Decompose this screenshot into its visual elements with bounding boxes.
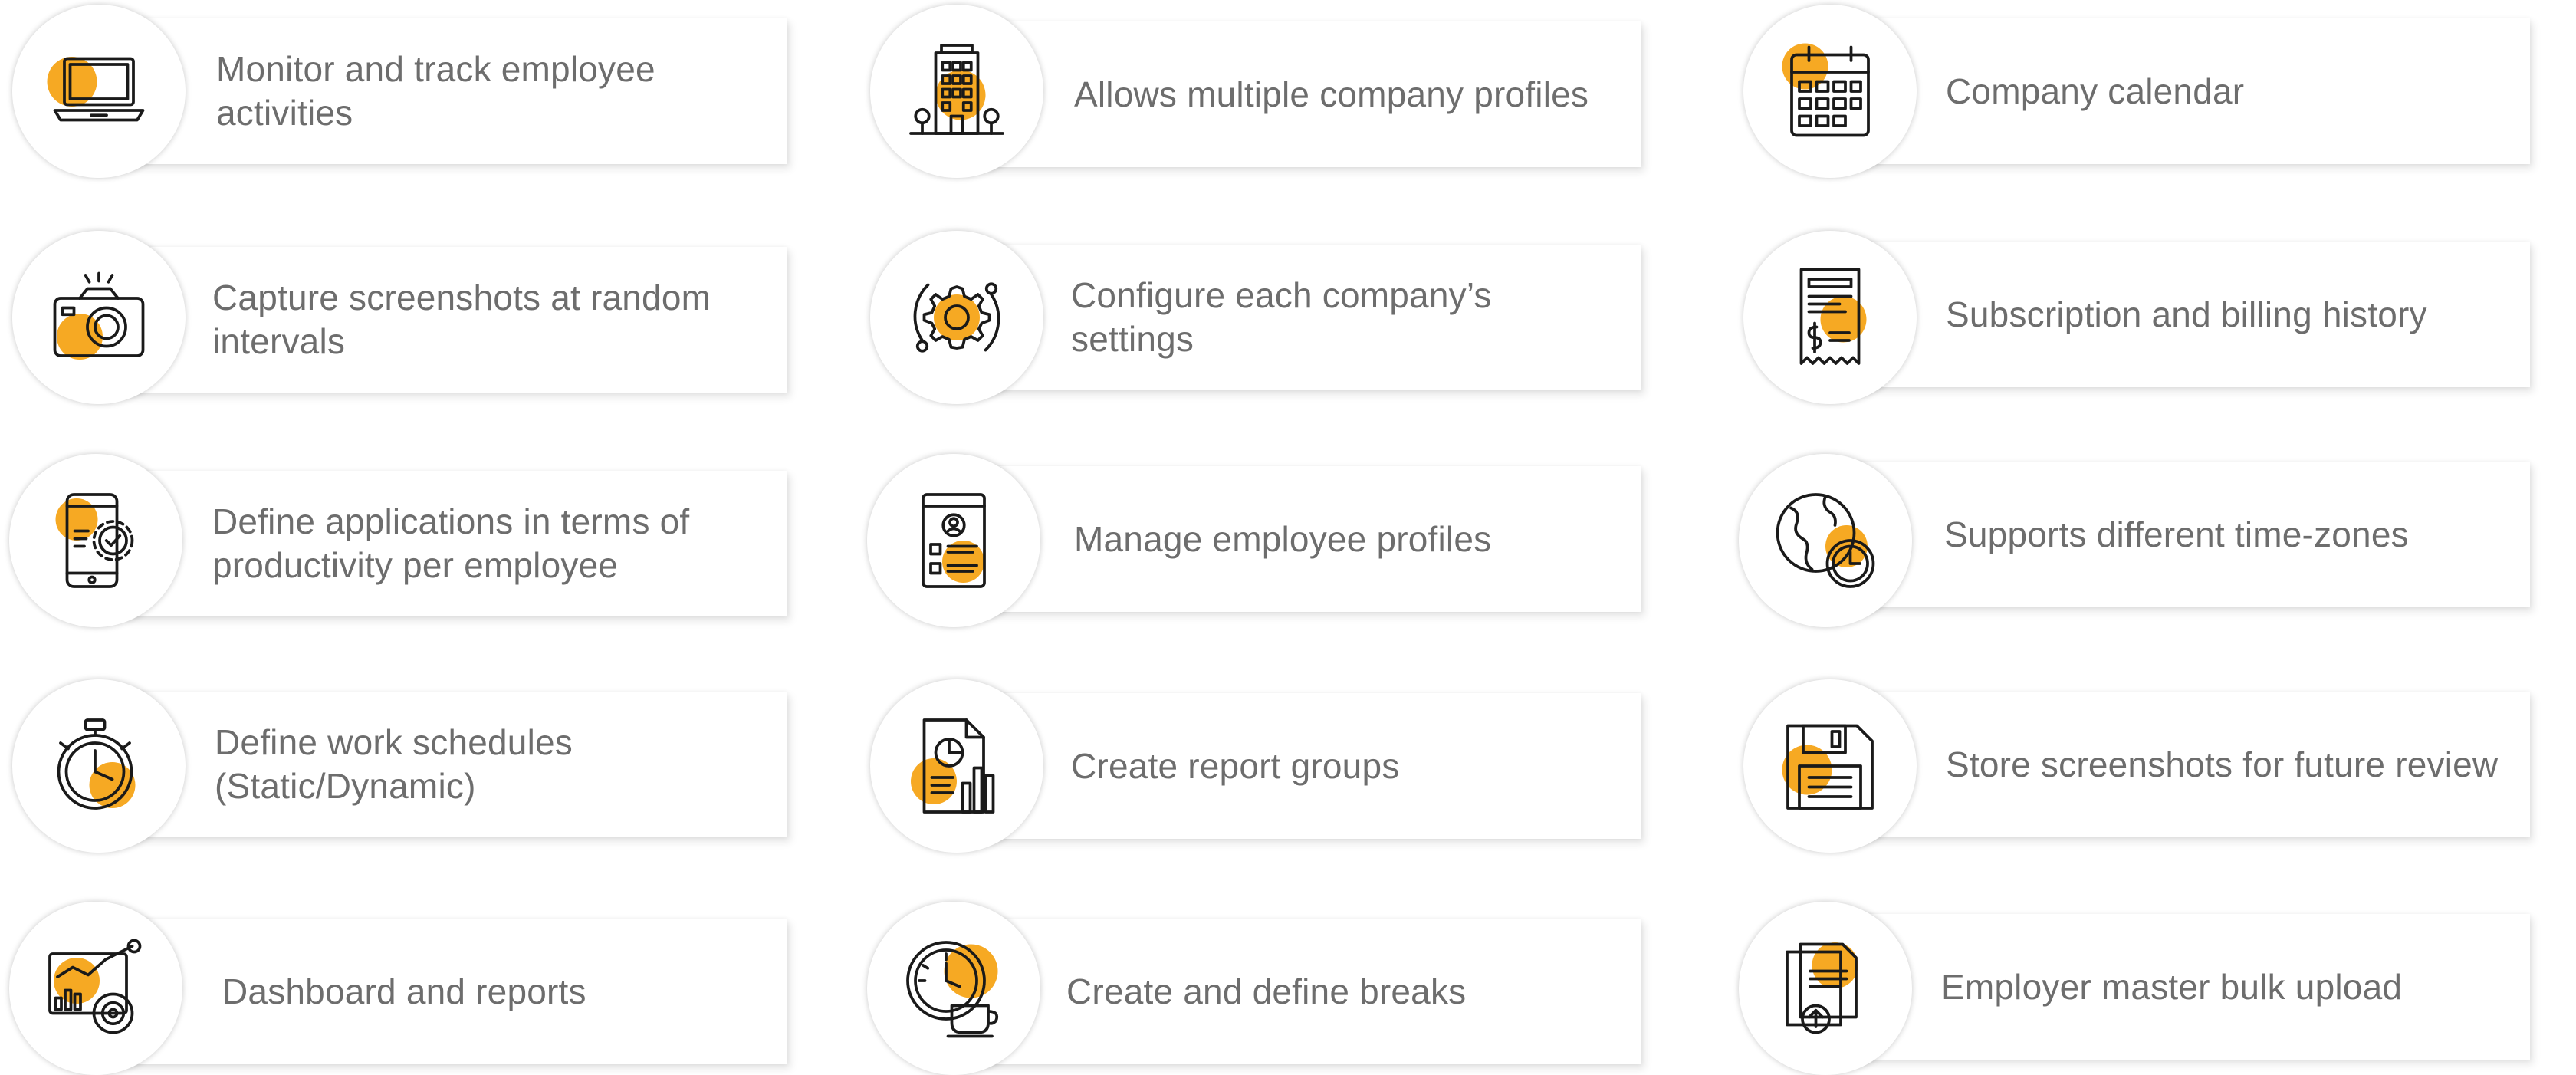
feature-icon-circle	[1743, 231, 1917, 404]
feature-card: Employer master bulk upload	[1855, 914, 2530, 1060]
calendar-icon	[1782, 43, 1870, 137]
feature-icon-circle	[870, 679, 1043, 853]
feature-label: Monitor and track employee activities	[216, 49, 656, 133]
feature-card: Configure each company’s settings	[982, 245, 1641, 390]
feature-icon-circle	[12, 5, 186, 178]
feature-item: Subscription and billing history	[1733, 228, 2530, 404]
feature-item: Create and define breaks	[859, 899, 1641, 1075]
feature-item: Capture screenshots at random intervals	[2, 228, 787, 404]
feature-label: Employer master bulk upload	[1941, 966, 2403, 1007]
feature-icon-circle	[9, 454, 182, 627]
feature-label: Configure each company’s settings	[1071, 275, 1492, 359]
feature-item: Employer master bulk upload	[1733, 899, 2530, 1075]
feature-card: Store screenshots for future review	[1855, 692, 2530, 837]
feature-label: Allows multiple company profiles	[1074, 74, 1589, 114]
feature-icon-circle	[9, 902, 182, 1075]
feature-item: Define applications in terms of producti…	[2, 451, 787, 627]
feature-item: Allows multiple company profiles	[859, 2, 1641, 178]
feature-label: Create and define breaks	[1066, 971, 1467, 1011]
clock-cup-icon	[906, 941, 999, 1038]
dashboard-icon	[48, 939, 142, 1034]
globe-clock-icon	[1776, 493, 1875, 588]
feature-card: Subscription and billing history	[1855, 242, 2530, 387]
feature-card: Define work schedules (Static/Dynamic)	[124, 692, 787, 837]
upload-document-icon	[1786, 942, 1858, 1034]
profile-document-icon	[922, 493, 986, 588]
feature-item: Create report groups	[859, 676, 1641, 853]
feature-item: Monitor and track employee activities	[2, 2, 787, 178]
feature-icon-circle	[867, 454, 1040, 627]
feature-label: Define work schedules (Static/Dynamic)	[215, 722, 573, 806]
feature-item: Dashboard and reports	[2, 899, 787, 1075]
feature-card: Supports different time-zones	[1855, 462, 2530, 607]
feature-label: Manage employee profiles	[1074, 518, 1492, 559]
feature-card: Create report groups	[982, 693, 1641, 839]
floppy-disk-icon	[1782, 724, 1874, 810]
feature-item: Define work schedules (Static/Dynamic)	[2, 676, 787, 853]
feature-icon-circle	[867, 902, 1040, 1075]
feature-label: Dashboard and reports	[222, 971, 586, 1011]
receipt-icon	[1799, 268, 1867, 365]
feature-icon-circle	[12, 231, 186, 404]
feature-card: Create and define breaks	[982, 919, 1641, 1064]
feature-icon-circle	[12, 679, 186, 853]
gear-icon	[913, 282, 1001, 353]
feature-card: Allows multiple company profiles	[982, 21, 1641, 167]
feature-label: Supports different time-zones	[1944, 514, 2409, 554]
stopwatch-icon	[57, 718, 136, 810]
feature-label: Create report groups	[1071, 745, 1400, 786]
building-icon	[909, 44, 1004, 135]
feature-icon-circle	[870, 5, 1043, 178]
laptop-icon	[47, 57, 145, 122]
feature-card: Dashboard and reports	[124, 919, 787, 1064]
feature-item: Supports different time-zones	[1733, 451, 2530, 627]
feature-item: Configure each company’s settings	[859, 228, 1641, 404]
feature-label: Define applications in terms of producti…	[212, 501, 690, 585]
feature-item: Company calendar	[1733, 2, 2530, 178]
camera-icon	[53, 271, 145, 360]
feature-label: Store screenshots for future review	[1946, 744, 2499, 784]
feature-icon-circle	[1739, 454, 1912, 627]
feature-icon-circle	[870, 231, 1043, 404]
feature-card: Company calendar	[1855, 18, 2530, 164]
feature-icon-circle	[1743, 679, 1917, 853]
feature-icon-circle	[1739, 902, 1912, 1075]
feature-label: Company calendar	[1946, 71, 2245, 111]
feature-item: Manage employee profiles	[859, 451, 1641, 627]
feature-label: Capture screenshots at random intervals	[212, 278, 711, 361]
feature-item: Store screenshots for future review	[1733, 676, 2530, 853]
feature-card: Capture screenshots at random intervals	[124, 247, 787, 393]
feature-card: Define applications in terms of producti…	[124, 471, 787, 616]
feature-card: Monitor and track employee activities	[124, 18, 787, 164]
report-icon	[911, 718, 995, 814]
feature-card: Manage employee profiles	[982, 466, 1641, 612]
mobile-settings-icon	[55, 493, 134, 588]
feature-label: Subscription and billing history	[1946, 294, 2427, 334]
feature-icon-circle	[1743, 5, 1917, 178]
